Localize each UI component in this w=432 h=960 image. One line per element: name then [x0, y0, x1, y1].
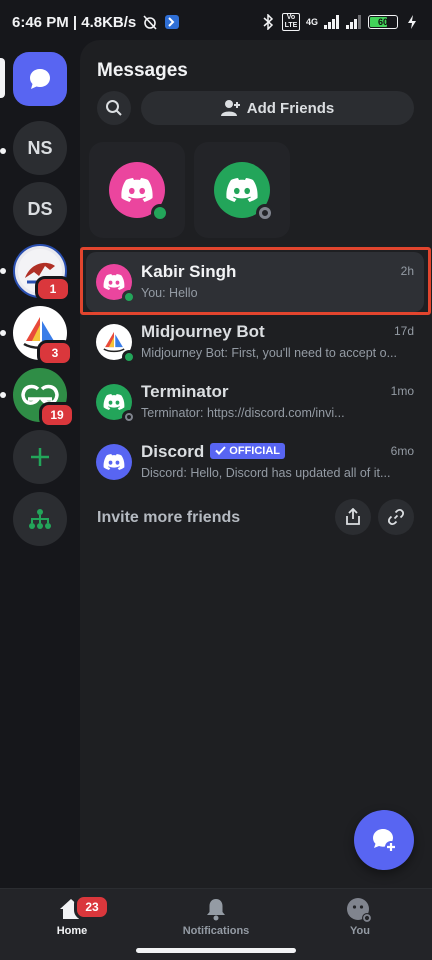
- avatar: [96, 324, 136, 364]
- nav-you[interactable]: You: [305, 897, 415, 937]
- dm-preview: Midjourney Bot: First, you'll need to ac…: [141, 346, 397, 360]
- chat-bubble-icon: [30, 69, 50, 89]
- nav-home-label: Home: [56, 925, 88, 937]
- direct-messages-button[interactable]: [13, 52, 67, 106]
- new-chat-icon: [373, 829, 397, 853]
- dm-name: Terminator: [141, 382, 229, 401]
- checkmark-icon: [215, 446, 227, 455]
- status-bar: 6:46 PM | 4.8KB/s Vo LTE 4G 60: [0, 0, 432, 44]
- volte-indicator: Vo LTE: [281, 13, 300, 31]
- server-rail: NS DS 1 3 19: [0, 44, 80, 888]
- dm-time: 1mo: [390, 384, 414, 398]
- server-avatar-1[interactable]: 1: [13, 244, 71, 302]
- online-status-icon: [151, 204, 169, 222]
- mention-badge: 1: [35, 276, 71, 302]
- dm-time: 17d: [393, 324, 414, 338]
- active-friend-tile-2[interactable]: [194, 142, 290, 238]
- dm-row-kabir-singh[interactable]: Kabir Singh You: Hello 2h: [86, 252, 424, 312]
- server-ns[interactable]: NS: [13, 121, 67, 175]
- dm-preview: Discord: Hello, Discord has updated all …: [141, 466, 391, 480]
- friend-avatar: [214, 162, 274, 222]
- discord-logo-icon: [226, 178, 258, 202]
- server-initials: NS: [27, 137, 53, 158]
- link-icon: [387, 508, 405, 526]
- invite-more-friends-label: Invite more friends: [97, 509, 241, 526]
- server-ds[interactable]: DS: [13, 182, 67, 236]
- page-title: Messages: [97, 60, 188, 81]
- discord-logo-icon: [103, 394, 125, 410]
- gesture-bar: [136, 948, 296, 953]
- mention-badge: 19: [39, 402, 75, 428]
- home-badge: 23: [74, 894, 110, 920]
- official-badge: OFFICIAL: [210, 442, 286, 459]
- discover-servers-button[interactable]: [13, 492, 67, 546]
- messages-panel: Messages Add Friends Kabir Singh You: He…: [80, 40, 432, 888]
- official-label: OFFICIAL: [229, 444, 281, 457]
- unread-dot: [0, 268, 6, 274]
- discord-logo-icon: [121, 178, 153, 202]
- avatar: [96, 444, 132, 480]
- dm-time: 2h: [400, 264, 414, 278]
- add-friends-button[interactable]: Add Friends: [141, 91, 414, 125]
- online-status-icon: [122, 350, 136, 364]
- nav-notifications[interactable]: Notifications: [161, 897, 271, 937]
- dm-name-container: Discord OFFICIAL: [141, 442, 286, 462]
- avatar: [96, 384, 136, 424]
- server-avatar-2[interactable]: 3: [13, 306, 73, 366]
- avatar: [96, 264, 136, 304]
- mention-badge: 3: [37, 340, 73, 366]
- bluetooth-icon: [260, 14, 276, 30]
- unread-dot: [0, 330, 6, 336]
- dm-name: Midjourney Bot: [141, 322, 265, 341]
- dm-row-discord[interactable]: Discord OFFICIAL Discord: Hello, Discord …: [86, 432, 424, 492]
- alarm-off-icon: [142, 14, 158, 30]
- dm-name: Kabir Singh: [141, 262, 237, 281]
- discord-logo-icon: [103, 454, 125, 470]
- hub-tree-icon: [29, 509, 51, 529]
- battery-level: 60: [377, 17, 388, 27]
- user-avatar-icon: [347, 898, 372, 923]
- online-status-icon: [122, 290, 136, 304]
- copy-invite-link-button[interactable]: [378, 499, 414, 535]
- dm-time: 6mo: [390, 444, 414, 458]
- discord-logo-icon: [103, 274, 125, 290]
- offline-status-icon: [256, 204, 274, 222]
- signal-icon-2: [346, 14, 362, 30]
- dm-row-terminator[interactable]: Terminator Terminator: https://discord.c…: [86, 372, 424, 432]
- nav-notifications-label: Notifications: [182, 925, 250, 937]
- signal-icon: [324, 14, 340, 30]
- plus-icon: [31, 448, 49, 466]
- battery-icon: 60: [368, 15, 398, 29]
- you-icon-wrap: [346, 897, 374, 923]
- bell-icon: [207, 899, 225, 921]
- friend-avatar: [109, 162, 169, 222]
- share-icon: [346, 508, 360, 525]
- charging-icon: [404, 14, 420, 30]
- nav-you-label: You: [350, 925, 370, 937]
- home-icon-wrap: 23: [58, 894, 110, 921]
- unread-dot: [0, 392, 6, 398]
- add-friends-label: Add Friends: [246, 99, 335, 117]
- add-server-button[interactable]: [13, 430, 67, 484]
- add-friend-icon: [220, 100, 240, 116]
- share-invite-button[interactable]: [335, 499, 371, 535]
- dm-row-midjourney-bot[interactable]: Midjourney Bot Midjourney Bot: First, yo…: [86, 312, 424, 372]
- search-icon: [106, 100, 122, 116]
- dm-preview: You: Hello: [141, 286, 198, 300]
- search-button[interactable]: [97, 91, 131, 125]
- dm-name: Discord: [141, 442, 205, 461]
- unread-dot: [0, 148, 6, 154]
- server-avatar-3[interactable]: 19: [13, 368, 75, 428]
- network-type: 4G: [305, 17, 318, 27]
- active-friend-tile-1[interactable]: [89, 142, 185, 238]
- dm-preview: Terminator: https://discord.com/invi...: [141, 406, 345, 420]
- offline-status-icon: [122, 410, 136, 424]
- server-initials: DS: [27, 198, 53, 219]
- selected-indicator: [0, 58, 5, 98]
- nav-home[interactable]: 23 Home: [17, 894, 127, 937]
- status-time: 6:46 PM | 4.8KB/s: [12, 13, 137, 31]
- app-notification-icon: [164, 14, 180, 30]
- new-message-button[interactable]: [354, 810, 414, 870]
